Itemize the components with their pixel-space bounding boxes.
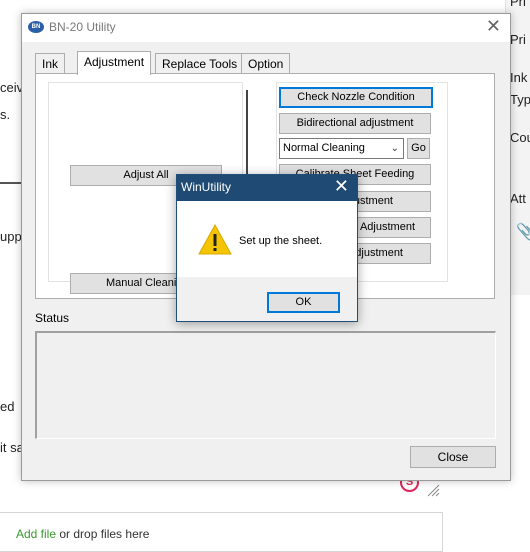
add-file-link[interactable]: Add file (16, 527, 56, 541)
resize-grip-icon[interactable] (426, 483, 440, 497)
go-button[interactable]: Go (407, 138, 430, 159)
drop-files-text: or drop files here (56, 527, 150, 541)
tab-replace-tools[interactable]: Replace Tools (155, 53, 245, 73)
background-text-fragment: Pri (510, 0, 526, 9)
background-text-fragment: ceiv (0, 80, 24, 95)
background-text-fragment: s. (0, 107, 11, 122)
dialog-close-button[interactable]: ✕ (334, 176, 349, 197)
cleaning-type-select[interactable]: Normal Cleaning ⌄ (279, 138, 404, 159)
tab-option[interactable]: Option (241, 53, 291, 73)
tab-adjustment[interactable]: Adjustment (77, 51, 152, 75)
status-label: Status (35, 311, 70, 325)
close-button[interactable]: Close (410, 446, 496, 468)
window-title: BN-20 Utility (49, 20, 116, 34)
add-file-area: Add file or drop files here (16, 527, 149, 541)
cleaning-type-value: Normal Cleaning (283, 142, 365, 154)
background-text-fragment: Cou (510, 130, 530, 145)
check-nozzle-condition-button[interactable]: Check Nozzle Condition (279, 87, 433, 108)
background-text-fragment: Typ (510, 92, 530, 107)
dialog-footer: OK (177, 277, 357, 321)
background-text-fragment: Att (510, 191, 526, 206)
winutility-dialog: WinUtility ✕ Set up the sheet. OK (176, 174, 358, 322)
dialog-title: WinUtility (181, 180, 231, 194)
dialog-message: Set up the sheet. (239, 235, 323, 247)
paperclip-icon: 📎 (516, 224, 530, 241)
warning-icon (198, 224, 232, 255)
background-text-fragment: Ink (510, 70, 528, 85)
chevron-down-icon: ⌄ (390, 143, 399, 154)
window-titlebar[interactable]: BN BN-20 Utility ✕ (22, 14, 510, 42)
tab-ink[interactable]: Ink (35, 53, 66, 73)
ok-button[interactable]: OK (267, 292, 340, 313)
dialog-titlebar[interactable]: WinUtility ✕ (177, 175, 357, 201)
background-text-fragment: ed (0, 399, 15, 414)
app-logo-icon: BN (28, 21, 44, 33)
background-divider (0, 182, 22, 184)
status-output-box (35, 331, 496, 439)
window-close-button[interactable]: ✕ (486, 16, 501, 37)
background-text-fragment: Pri (510, 32, 526, 47)
bidirectional-adjustment-button[interactable]: Bidirectional adjustment (279, 113, 431, 134)
